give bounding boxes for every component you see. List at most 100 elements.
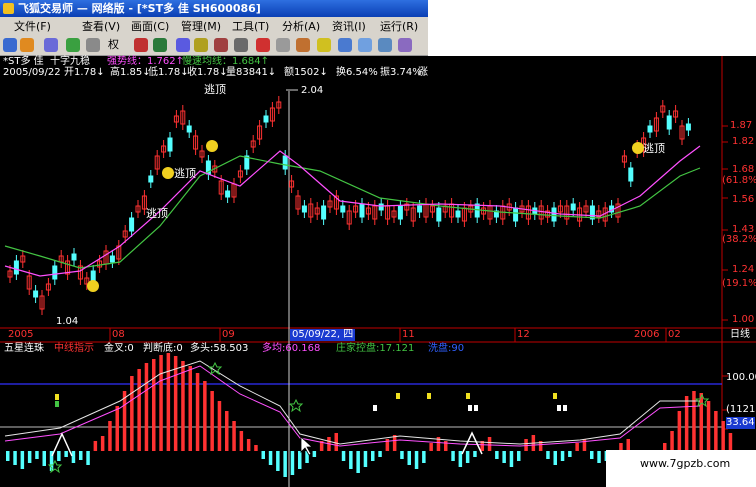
menu-info[interactable]: 资讯(I) [332, 17, 366, 36]
app-window: 飞狐交易师 — 网络版 - [*ST多 佳 SH600086] 文件(F) 查看… [0, 0, 756, 487]
indicator-bar [254, 445, 258, 451]
indicator-tail: 洗盘:90 [428, 343, 465, 354]
arrow-icon[interactable] [86, 38, 100, 52]
indicator-bar [79, 451, 83, 460]
pen-icon[interactable] [276, 38, 290, 52]
refresh-icon[interactable] [3, 38, 17, 52]
candle-body [455, 210, 461, 218]
period-label[interactable]: 日线 [730, 329, 750, 341]
alert-icon[interactable] [256, 38, 270, 52]
date-tick: 12 [517, 329, 530, 340]
indicator-cross: 金叉:0 [104, 343, 134, 354]
info-tail: 涨 [418, 67, 428, 78]
candle-body [33, 290, 39, 298]
indicator-bar [57, 451, 61, 461]
indicator-bar [378, 451, 382, 457]
indicator-bar [575, 443, 579, 451]
window-icon[interactable] [358, 38, 372, 52]
grid-icon[interactable] [153, 38, 167, 52]
indicator-bar [495, 451, 499, 459]
candle-body [359, 203, 365, 218]
date-tick: 11 [402, 329, 415, 340]
bulb-icon[interactable] [317, 38, 331, 52]
menu-tools[interactable]: 工具(T) [232, 17, 269, 36]
zoom-icon[interactable] [44, 38, 58, 52]
candle-body [647, 125, 653, 133]
menu-screen[interactable]: 画面(C) [131, 17, 169, 36]
watermark: www.7gpzb.com [606, 450, 756, 487]
signal-mark [466, 393, 470, 399]
menu-run[interactable]: 运行(R) [380, 17, 418, 36]
signal-mark [396, 393, 400, 399]
signal-mark [468, 405, 472, 411]
circle-icon[interactable] [134, 38, 148, 52]
title-bar: 飞狐交易师 — 网络版 - [*ST多 佳 SH600086] [0, 0, 428, 17]
app-icon [3, 3, 14, 14]
dropdown-icon[interactable] [20, 38, 34, 52]
indicator-bar [546, 451, 550, 459]
table-icon[interactable] [234, 38, 248, 52]
smiley-icon [162, 167, 174, 179]
info-close: 收1.78↓ [187, 67, 228, 78]
indicator-bar [677, 411, 682, 451]
smiley-icon [206, 140, 218, 152]
indicator-bar [181, 361, 185, 451]
candle-body [551, 207, 557, 222]
indicator-bar [553, 451, 557, 465]
ma-strong-line [4, 145, 701, 277]
escape-top-label: 逃顶 [643, 142, 665, 155]
info-high: 高1.85↓ [110, 67, 151, 78]
signal-mark [373, 405, 377, 411]
weight-label[interactable]: 权 [108, 38, 119, 52]
star-icon[interactable] [194, 38, 208, 52]
indicator-bar [93, 441, 98, 451]
chart-icon[interactable] [214, 38, 228, 52]
indicator-bar [568, 451, 572, 457]
axis-price: (19.1%) [722, 278, 756, 289]
indicator-bar [502, 451, 506, 463]
candle-body [71, 253, 77, 261]
indicator-bar [203, 381, 207, 451]
doc-icon[interactable] [338, 38, 352, 52]
low-price-label: 1.04 [56, 316, 79, 327]
menu-manage[interactable]: 管理(M) [181, 17, 221, 36]
candle-body [129, 217, 135, 232]
layout-icon[interactable] [378, 38, 392, 52]
list-icon[interactable] [176, 38, 190, 52]
candles-group [7, 96, 691, 315]
candle-body [417, 205, 423, 213]
indicator-avg: 多均:60.168 [262, 343, 321, 354]
high-price-label: 2.04 [301, 85, 324, 96]
candle-body [378, 203, 384, 211]
axis-price: 1.56 [732, 194, 755, 205]
window-title: 飞狐交易师 — 网络版 - [*ST多 佳 SH600086] [18, 2, 261, 15]
help-icon[interactable] [398, 38, 412, 52]
watermark-text: www.7gpzb.com [640, 457, 731, 470]
indicator-bull: 多头:58.503 [190, 343, 249, 354]
axis-price: 1.00 [732, 314, 755, 325]
candle-body [186, 125, 192, 133]
candle-body [570, 203, 576, 211]
indicator-bar [509, 451, 514, 467]
info-open: 开1.78↓ [64, 67, 105, 78]
indicator-bar [261, 451, 265, 459]
kline-chart[interactable] [0, 56, 756, 487]
candle-body [263, 115, 269, 123]
indicator-bar [130, 376, 134, 451]
axis-price: (61.8%) [722, 175, 756, 186]
indicator-bar [100, 436, 105, 451]
tool-icon[interactable] [296, 38, 310, 52]
indicator-bar [465, 451, 470, 463]
indicator-bar [159, 355, 163, 451]
indicator-bar [487, 437, 492, 451]
menu-file[interactable]: 文件(F) [14, 17, 51, 36]
menu-view[interactable]: 查看(V) [82, 17, 120, 36]
signal-mark [557, 405, 561, 411]
indicator-spike [461, 431, 483, 455]
indicator-bar [144, 363, 149, 451]
indicator-bar [728, 433, 733, 451]
indicator-bar [195, 373, 200, 451]
chart-area[interactable]: *ST多 佳 十字九稳 强势线：1.762↑ 慢速均线：1.684↑ 2005/… [0, 56, 756, 487]
menu-analysis[interactable]: 分析(A) [282, 17, 320, 36]
cross-icon[interactable] [66, 38, 80, 52]
